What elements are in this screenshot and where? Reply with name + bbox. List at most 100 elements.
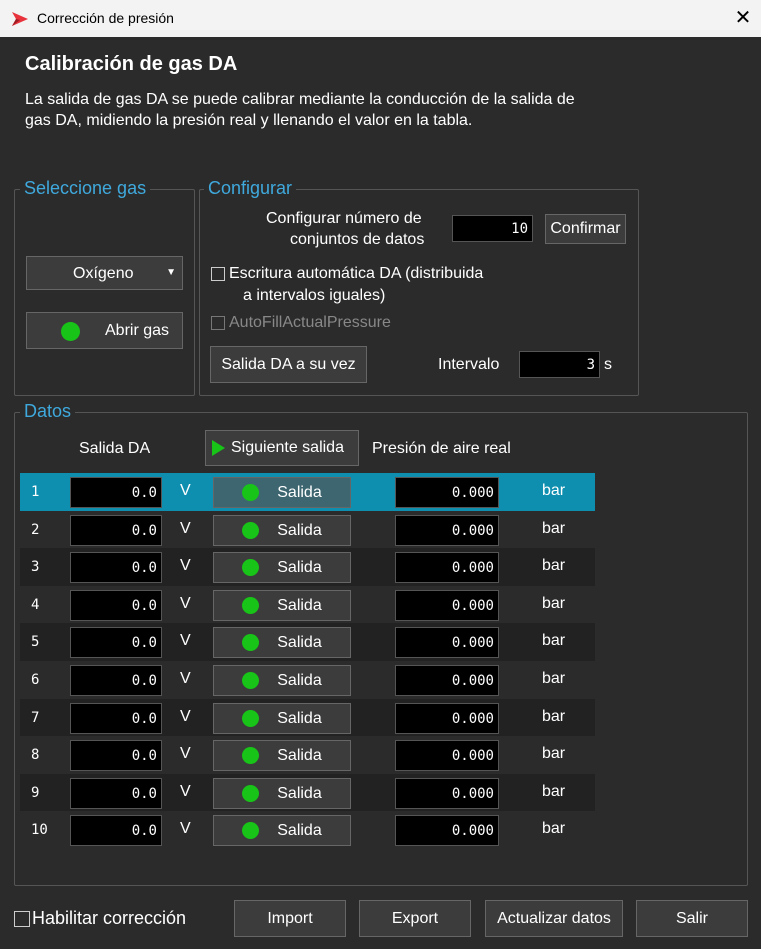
table-row: 6 0.0 V Salida 0.000 bar: [20, 661, 595, 699]
pressure-value-input[interactable]: 0.000: [395, 552, 499, 583]
output-label: Salida: [277, 784, 322, 802]
pressure-unit: bar: [542, 520, 566, 537]
page-title: Calibración de gas DA: [25, 53, 238, 75]
output-status-indicator: [242, 522, 260, 539]
row-index: 10: [31, 822, 48, 838]
row-index: 7: [31, 710, 40, 726]
row-index: 4: [31, 597, 40, 613]
pressure-value-input[interactable]: 0.000: [395, 815, 499, 846]
output-label: Salida: [277, 558, 322, 576]
pressure-unit: bar: [542, 783, 566, 800]
output-status-indicator: [242, 672, 260, 689]
select-gas-legend: Seleccione gas: [20, 178, 151, 199]
autofill-checkbox[interactable]: [211, 316, 225, 330]
da-value-input[interactable]: 0.0: [70, 515, 162, 546]
pressure-value-input[interactable]: 0.000: [395, 477, 499, 508]
num-sets-label-line1: Configurar número de: [266, 210, 422, 227]
output-label: Salida: [277, 483, 322, 501]
configure-legend: Configurar: [204, 178, 297, 199]
output-button[interactable]: Salida: [213, 515, 351, 546]
play-icon: [212, 440, 225, 456]
da-sequential-button[interactable]: Salida DA a su vez: [210, 346, 367, 383]
pressure-unit: bar: [542, 632, 566, 649]
table-row: 2 0.0 V Salida 0.000 bar: [20, 511, 595, 549]
num-sets-label-line2: conjuntos de datos: [290, 231, 425, 248]
table-row: 9 0.0 V Salida 0.000 bar: [20, 774, 595, 812]
da-value-input[interactable]: 0.0: [70, 815, 162, 846]
output-label: Salida: [277, 746, 322, 764]
output-button[interactable]: Salida: [213, 815, 351, 846]
da-value-input[interactable]: 0.0: [70, 778, 162, 809]
da-value-input[interactable]: 0.0: [70, 740, 162, 771]
table-row: 8 0.0 V Salida 0.000 bar: [20, 736, 595, 774]
row-index: 9: [31, 785, 40, 801]
table-row: 1 0.0 V Salida 0.000 bar: [20, 473, 595, 511]
output-label: Salida: [277, 821, 322, 839]
output-button[interactable]: Salida: [213, 477, 351, 508]
exit-button[interactable]: Salir: [636, 900, 748, 937]
interval-input[interactable]: 3: [519, 351, 600, 378]
select-gas-group: [14, 189, 195, 396]
row-index: 5: [31, 634, 40, 650]
pressure-value-input[interactable]: 0.000: [395, 515, 499, 546]
output-button[interactable]: Salida: [213, 552, 351, 583]
open-gas-label: Abrir gas: [105, 322, 170, 339]
page-description: La salida de gas DA se puede calibrar me…: [25, 91, 575, 129]
gas-select[interactable]: Oxígeno ▼: [26, 256, 183, 290]
auto-write-label-line2: a intervalos iguales): [243, 287, 386, 304]
table-row: 3 0.0 V Salida 0.000 bar: [20, 548, 595, 586]
auto-write-label-line1: Escritura automática DA (distribuida: [229, 265, 484, 282]
output-button[interactable]: Salida: [213, 665, 351, 696]
pressure-value-input[interactable]: 0.000: [395, 627, 499, 658]
gas-status-indicator: [61, 322, 80, 341]
da-value-input[interactable]: 0.0: [70, 665, 162, 696]
voltage-unit: V: [180, 595, 191, 612]
import-button[interactable]: Import: [234, 900, 346, 937]
output-button[interactable]: Salida: [213, 778, 351, 809]
da-value-input[interactable]: 0.0: [70, 552, 162, 583]
voltage-unit: V: [180, 820, 191, 837]
output-label: Salida: [277, 633, 322, 651]
output-status-indicator: [242, 597, 260, 614]
pressure-value-input[interactable]: 0.000: [395, 740, 499, 771]
voltage-unit: V: [180, 745, 191, 762]
output-button[interactable]: Salida: [213, 703, 351, 734]
output-status-indicator: [242, 634, 260, 651]
table-row: 7 0.0 V Salida 0.000 bar: [20, 699, 595, 737]
voltage-unit: V: [180, 783, 191, 800]
export-button[interactable]: Export: [359, 900, 471, 937]
interval-unit: s: [604, 356, 612, 373]
da-value-input[interactable]: 0.0: [70, 627, 162, 658]
num-sets-input[interactable]: 10: [452, 215, 533, 242]
output-status-indicator: [242, 484, 260, 501]
pressure-unit: bar: [542, 708, 566, 725]
da-value-input[interactable]: 0.0: [70, 477, 162, 508]
output-label: Salida: [277, 521, 322, 539]
enable-correction-label: Habilitar corrección: [32, 908, 187, 928]
close-icon[interactable]: ✕: [728, 2, 758, 34]
pressure-value-input[interactable]: 0.000: [395, 778, 499, 809]
pressure-value-input[interactable]: 0.000: [395, 590, 499, 621]
da-value-input[interactable]: 0.0: [70, 590, 162, 621]
output-button[interactable]: Salida: [213, 590, 351, 621]
next-output-button[interactable]: Siguiente salida: [205, 430, 359, 466]
update-data-button[interactable]: Actualizar datos: [485, 900, 623, 937]
output-label: Salida: [277, 709, 322, 727]
enable-correction-checkbox[interactable]: [14, 911, 30, 927]
chevron-down-icon: ▼: [166, 267, 176, 278]
pressure-value-input[interactable]: 0.000: [395, 703, 499, 734]
next-output-label: Siguiente salida: [231, 439, 344, 456]
output-button[interactable]: Salida: [213, 740, 351, 771]
row-index: 2: [31, 522, 40, 538]
row-index: 3: [31, 559, 40, 575]
output-button[interactable]: Salida: [213, 627, 351, 658]
auto-write-checkbox[interactable]: [211, 267, 225, 281]
confirm-button[interactable]: Confirmar: [545, 214, 626, 244]
output-label: Salida: [277, 671, 322, 689]
da-value-input[interactable]: 0.0: [70, 703, 162, 734]
interval-label: Intervalo: [438, 356, 500, 373]
pressure-unit: bar: [542, 670, 566, 687]
autofill-label: AutoFillActualPressure: [229, 314, 391, 331]
pressure-value-input[interactable]: 0.000: [395, 665, 499, 696]
open-gas-button[interactable]: Abrir gas: [26, 312, 183, 349]
